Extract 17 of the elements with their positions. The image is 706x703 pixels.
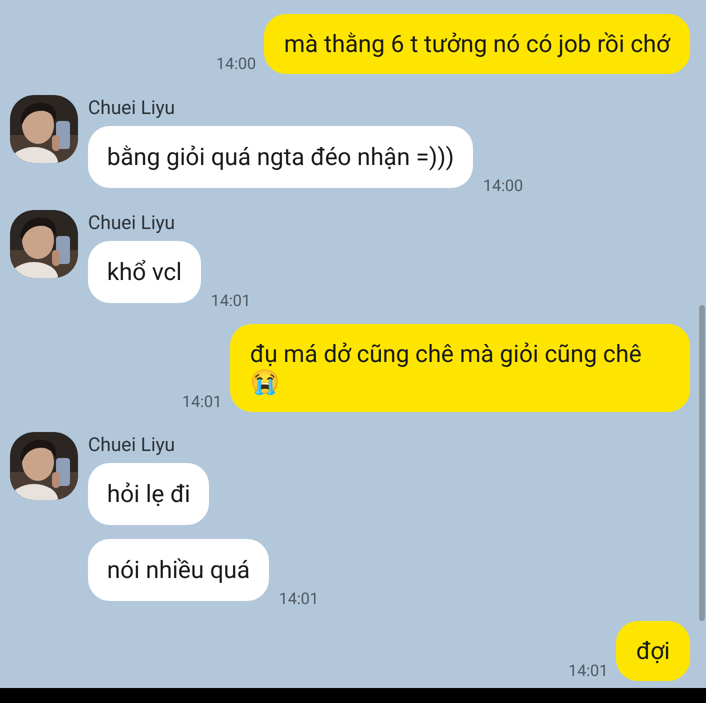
message-bubble: đụ má dở cũng chê mà giỏi cũng chê 😭: [230, 324, 690, 412]
sender-name: Chuei Liyu: [88, 432, 176, 458]
message-time: 14:01: [278, 588, 319, 610]
message-time: 14:01: [210, 290, 251, 312]
sender-name: Chuei Liyu: [88, 210, 176, 236]
sender-name: Chuei Liyu: [88, 95, 176, 121]
message-bubble: mà thằng 6 t tưởng nó có job rồi chớ: [264, 14, 690, 74]
message-bubble: hỏi lẹ đi: [88, 463, 210, 525]
message-bubble: nói nhiều quá: [88, 539, 269, 601]
message-bubble: khổ vcl: [88, 241, 201, 303]
message-bubble: bằng giỏi quá ngta đéo nhận =))): [88, 126, 474, 188]
message-bubble: đợi: [616, 621, 690, 681]
scroll-bar[interactable]: [699, 305, 705, 621]
message-time: 14:00: [216, 53, 256, 75]
message-time: 14:01: [182, 391, 222, 413]
message-time: 14:01: [568, 660, 608, 682]
message-time: 14:00: [483, 175, 523, 197]
